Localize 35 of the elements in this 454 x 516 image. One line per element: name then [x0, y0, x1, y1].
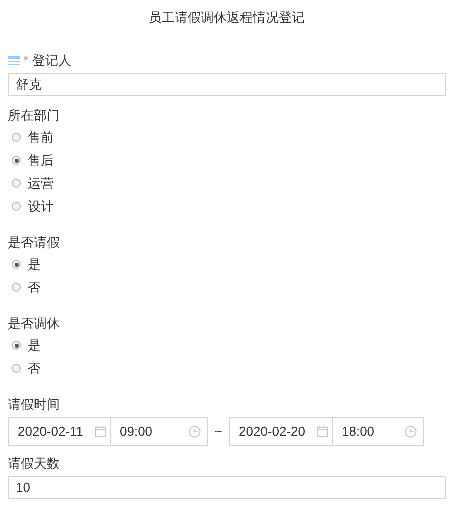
radio-option[interactable]: 运营: [8, 172, 446, 195]
text-field[interactable]: 舒克: [8, 73, 446, 96]
radio-option[interactable]: 设计: [8, 195, 446, 218]
radio-button[interactable]: [12, 202, 21, 211]
radio-button[interactable]: [12, 260, 21, 269]
radio-button[interactable]: [12, 179, 21, 188]
field-label: 是否请假: [8, 234, 60, 252]
field-label: 是否调休: [8, 315, 60, 334]
radio-button[interactable]: [12, 133, 21, 142]
radio-option[interactable]: 是: [8, 334, 446, 357]
radio-option[interactable]: 售后: [8, 149, 446, 172]
required-mark: *: [24, 54, 28, 69]
time-field[interactable]: 18:00: [333, 417, 424, 446]
field-label: 请假天数: [8, 455, 60, 474]
clock-icon: [405, 426, 417, 438]
calendar-icon: [95, 426, 106, 437]
clock-icon: [189, 426, 201, 438]
calendar-icon: [317, 426, 328, 437]
time-field[interactable]: 09:00: [111, 417, 208, 446]
radio-button[interactable]: [12, 364, 21, 373]
field-label: 登记人: [32, 52, 72, 70]
text-field[interactable]: 10: [8, 476, 446, 499]
form-title: 员工请假调休返程情况登记: [148, 9, 306, 27]
radio-button[interactable]: [12, 283, 21, 292]
radio-button[interactable]: [12, 156, 21, 165]
radio-button[interactable]: [12, 341, 21, 350]
radio-option[interactable]: 售前: [8, 126, 446, 149]
radio-option[interactable]: 是: [8, 253, 446, 276]
field-label: 所在部门: [8, 107, 60, 126]
radio-option[interactable]: 否: [8, 357, 446, 380]
radio-option[interactable]: 否: [8, 276, 446, 299]
date-field[interactable]: 2020-02-11: [8, 417, 111, 446]
range-separator: ~: [214, 422, 224, 441]
date-field[interactable]: 2020-02-20: [229, 417, 333, 446]
field-label: 请假时间: [8, 396, 60, 414]
